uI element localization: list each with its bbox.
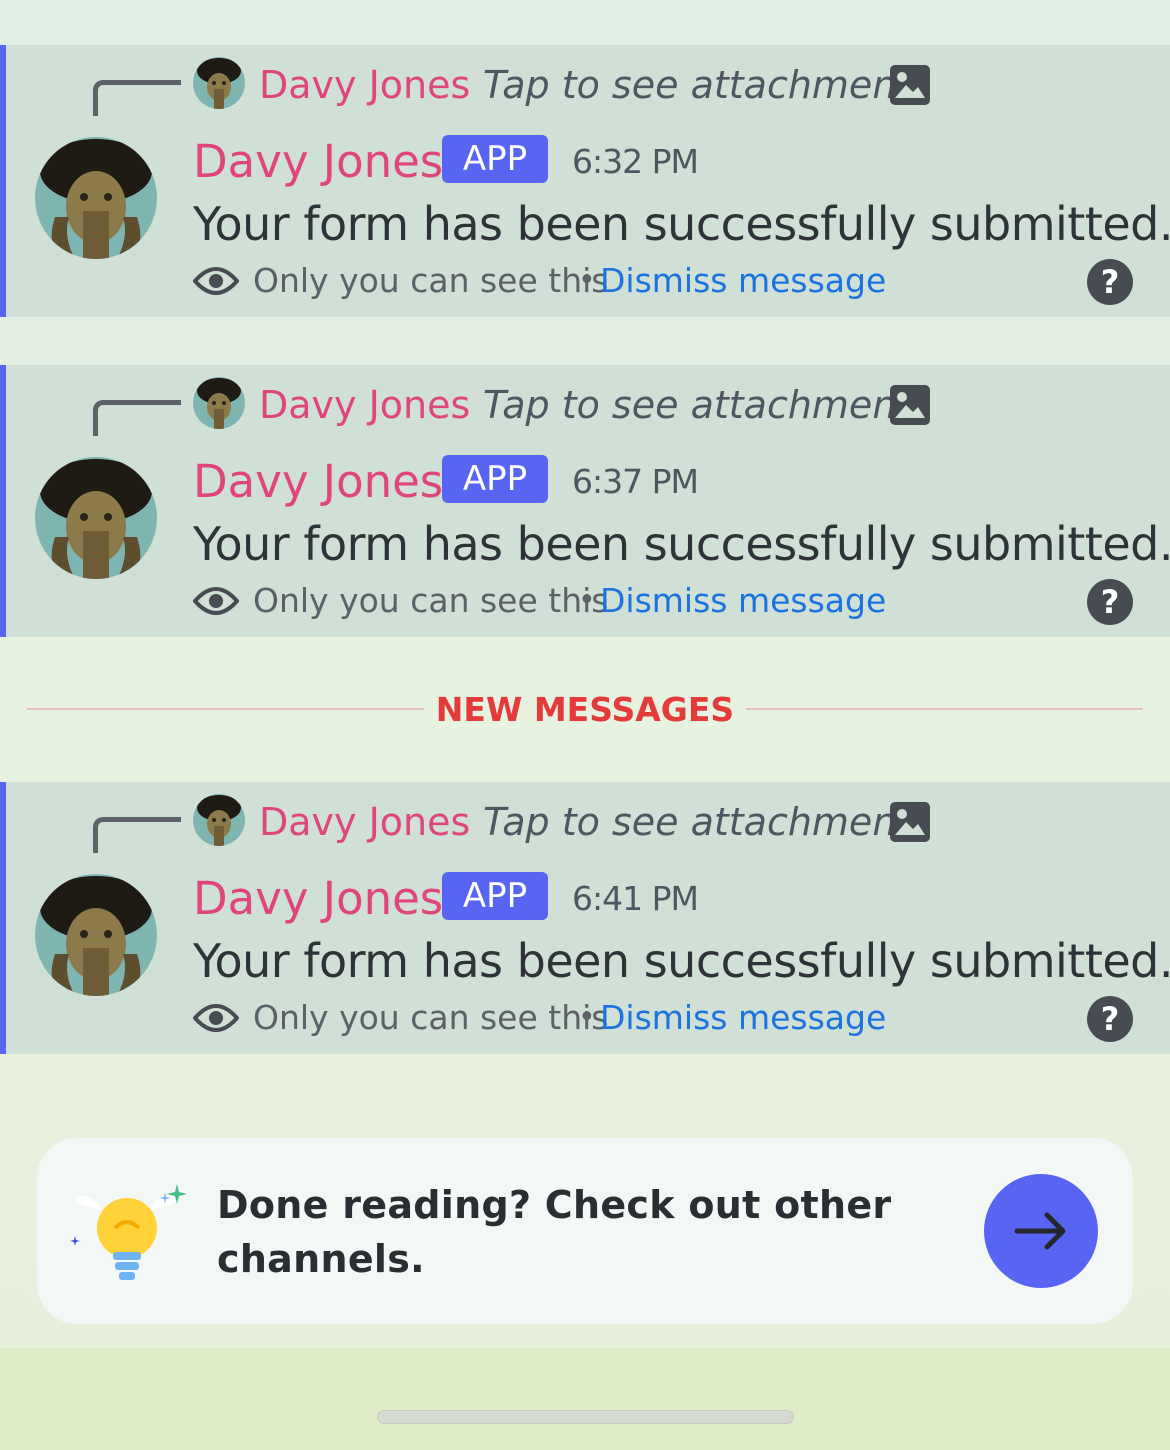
done-reading-text: Done reading? Check out other channels. (217, 1183, 892, 1281)
message-item[interactable]: Davy Jones Tap to see attachment Davy Jo… (0, 45, 1170, 317)
author-avatar[interactable] (35, 137, 157, 259)
message-text: Your form has been successfully submitte… (193, 197, 1170, 251)
dismiss-message-link[interactable]: Dismiss message (600, 996, 886, 1040)
ephemeral-accent-bar (0, 45, 6, 317)
help-icon[interactable]: ? (1087, 996, 1133, 1042)
check-channels-button[interactable] (984, 1174, 1098, 1288)
author-name[interactable]: Davy Jones (193, 134, 443, 190)
reply-connector (93, 400, 181, 436)
reply-avatar[interactable] (193, 57, 245, 109)
dismiss-message-link[interactable]: Dismiss message (600, 579, 886, 623)
reply-connector (93, 817, 181, 853)
eye-icon (193, 1004, 239, 1032)
image-icon (890, 65, 930, 105)
done-reading-card: Done reading? Check out other channels. (37, 1138, 1133, 1324)
arrow-right-icon (1014, 1212, 1066, 1250)
app-badge: APP (442, 135, 548, 183)
app-badge: APP (442, 455, 548, 503)
message-item[interactable]: Davy Jones Tap to see attachment Davy Jo… (0, 365, 1170, 637)
message-timestamp: 6:41 PM (572, 879, 699, 918)
author-name[interactable]: Davy Jones (193, 454, 443, 510)
ephemeral-accent-bar (0, 365, 6, 637)
bottom-bar (0, 1348, 1170, 1450)
author-name[interactable]: Davy Jones (193, 871, 443, 927)
new-messages-divider-left (27, 708, 424, 710)
dismiss-message-link[interactable]: Dismiss message (600, 259, 886, 303)
home-indicator[interactable] (377, 1410, 794, 1424)
reply-attachment-text[interactable]: Tap to see attachment (483, 61, 911, 109)
ephemeral-accent-bar (0, 782, 6, 1054)
message-timestamp: 6:37 PM (572, 462, 699, 501)
reply-attachment-text[interactable]: Tap to see attachment (483, 381, 911, 429)
author-avatar[interactable] (35, 457, 157, 579)
help-icon[interactable]: ? (1087, 259, 1133, 305)
reply-connector (93, 80, 181, 116)
reply-avatar[interactable] (193, 794, 245, 846)
message-timestamp: 6:32 PM (572, 142, 699, 181)
eye-icon (193, 267, 239, 295)
new-messages-divider-right (746, 708, 1143, 710)
message-item[interactable]: Davy Jones Tap to see attachment Davy Jo… (0, 782, 1170, 1054)
visibility-note: Only you can see this (253, 261, 609, 300)
reply-author-name[interactable]: Davy Jones (259, 61, 470, 109)
reply-attachment-text[interactable]: Tap to see attachment (483, 798, 911, 846)
author-avatar[interactable] (35, 874, 157, 996)
separator-dot: • (578, 1000, 596, 1035)
new-messages-label: NEW MESSAGES (435, 690, 735, 729)
message-text: Your form has been successfully submitte… (193, 934, 1170, 988)
separator-dot: • (578, 263, 596, 298)
visibility-note: Only you can see this (253, 581, 609, 620)
app-badge: APP (442, 872, 548, 920)
message-text: Your form has been successfully submitte… (193, 517, 1170, 571)
lightbulb-icon (70, 1184, 187, 1280)
separator-dot: • (578, 583, 596, 618)
reply-author-name[interactable]: Davy Jones (259, 798, 470, 846)
reply-avatar[interactable] (193, 377, 245, 429)
help-icon[interactable]: ? (1087, 579, 1133, 625)
visibility-note: Only you can see this (253, 998, 609, 1037)
eye-icon (193, 587, 239, 615)
image-icon (890, 385, 930, 425)
reply-author-name[interactable]: Davy Jones (259, 381, 470, 429)
image-icon (890, 802, 930, 842)
